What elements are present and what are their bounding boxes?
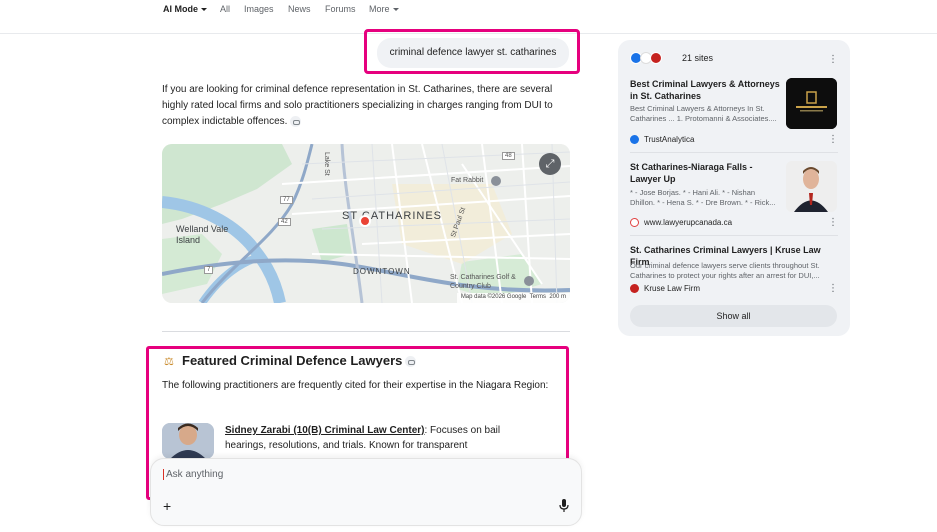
source-card-title[interactable]: St Catharines-Niaraga Falls - Lawyer Up <box>630 161 770 185</box>
source-card-thumbnail[interactable] <box>786 161 837 212</box>
sources-panel: 21 sites ⋮ Best Criminal Lawyers & Attor… <box>618 40 850 336</box>
section-divider <box>162 331 570 332</box>
source-name: Kruse Law Firm <box>644 284 701 293</box>
expand-map-icon[interactable]: ⤢ <box>539 153 561 175</box>
trustanalytica-favicon-icon <box>630 135 639 145</box>
location-pin-icon[interactable] <box>359 215 371 227</box>
source-card-snippet: Our criminal defence lawyers serve clien… <box>630 261 820 280</box>
map-island-label: Welland Vale Island <box>176 224 229 245</box>
map-scale: 200 m <box>549 294 566 300</box>
plus-icon[interactable]: + <box>163 499 171 513</box>
answer-intro: If you are looking for criminal defence … <box>162 82 572 130</box>
user-query-bubble: criminal defence lawyer st. catharines <box>377 38 569 68</box>
chevron-down-icon <box>392 8 399 12</box>
lawyer-entry: Sidney Zarabi (10(B) Criminal Law Center… <box>225 423 525 453</box>
kruse-favicon-icon <box>650 52 662 64</box>
poi-pin-icon <box>491 176 501 186</box>
source-card-title[interactable]: Best Criminal Lawyers & Attorneys in St.… <box>630 78 780 102</box>
tab-forums[interactable]: Forums <box>325 4 356 14</box>
source-card-source[interactable]: Kruse Law Firm <box>630 284 701 294</box>
tab-news[interactable]: News <box>288 4 311 14</box>
link-icon[interactable] <box>405 356 417 368</box>
card-divider <box>630 235 838 236</box>
tab-more[interactable]: More <box>369 4 399 14</box>
answer-intro-text: If you are looking for criminal defence … <box>162 84 553 127</box>
map-downtown-label: DOWNTOWN <box>353 267 411 276</box>
ask-input[interactable] <box>163 469 563 480</box>
map-terms-link[interactable]: Terms <box>530 294 546 300</box>
card-divider <box>630 152 838 153</box>
highway-shield: 48 <box>502 152 515 160</box>
tab-ai-mode-label: AI Mode <box>163 4 198 14</box>
source-card-thumbnail[interactable] <box>786 78 837 129</box>
map-poi-label: Fat Rabbit <box>451 177 484 184</box>
featured-heading: Featured Criminal Defence Lawyers <box>182 353 417 368</box>
more-options-icon[interactable]: ⋮ <box>828 284 838 294</box>
source-card-source[interactable]: TrustAnalytica <box>630 135 695 145</box>
ask-box: + <box>150 458 582 526</box>
chevron-down-icon <box>201 8 207 12</box>
map-city-label: ST CATHARINES <box>342 210 442 222</box>
more-options-icon[interactable]: ⋮ <box>828 135 838 145</box>
more-options-icon[interactable]: ⋮ <box>828 55 838 65</box>
map-view[interactable]: ST CATHARINES DOWNTOWN Welland Vale Isla… <box>162 144 570 303</box>
maple-leaf-icon <box>630 218 639 228</box>
tab-ai-mode[interactable]: AI Mode <box>163 4 207 14</box>
kruse-favicon-icon <box>630 284 639 294</box>
source-name: TrustAnalytica <box>644 135 695 144</box>
lawyer-photo[interactable] <box>162 423 214 459</box>
map-poi-label: St. Catharines Golf & Country Club <box>450 274 516 290</box>
sites-count: 21 sites <box>682 53 714 63</box>
source-card-snippet: * - Jose Borjas. * - Hani Ali. * - Nisha… <box>630 188 776 207</box>
link-icon[interactable] <box>290 115 302 127</box>
source-card-snippet: Best Criminal Lawyers & Attorneys In St.… <box>630 104 777 123</box>
map-attribution: Map data ©2026 Google Terms 200 m <box>456 293 570 303</box>
scales-icon: ⚖ <box>164 356 174 368</box>
featured-heading-text: Featured Criminal Defence Lawyers <box>182 353 403 368</box>
more-options-icon[interactable]: ⋮ <box>828 218 838 228</box>
map-attribution-text: Map data ©2026 Google <box>460 294 527 300</box>
tab-more-label: More <box>369 4 390 14</box>
source-card-source[interactable]: www.lawyerupcanada.ca <box>630 218 733 228</box>
map-street-label: Lake St <box>323 152 330 176</box>
highway-shield: 42 <box>278 218 291 226</box>
lawyer-name-link[interactable]: Sidney Zarabi (10(B) Criminal Law Center… <box>225 425 425 436</box>
featured-description: The following practitioners are frequent… <box>162 380 549 391</box>
tab-images[interactable]: Images <box>244 4 274 14</box>
tab-all[interactable]: All <box>220 4 230 14</box>
highway-shield: 77 <box>280 196 293 204</box>
poi-pin-icon <box>524 276 534 286</box>
highway-shield: 7 <box>204 266 214 274</box>
show-all-button[interactable]: Show all <box>630 305 837 327</box>
source-name: www.lawyerupcanada.ca <box>644 218 733 227</box>
microphone-icon[interactable] <box>559 499 569 513</box>
